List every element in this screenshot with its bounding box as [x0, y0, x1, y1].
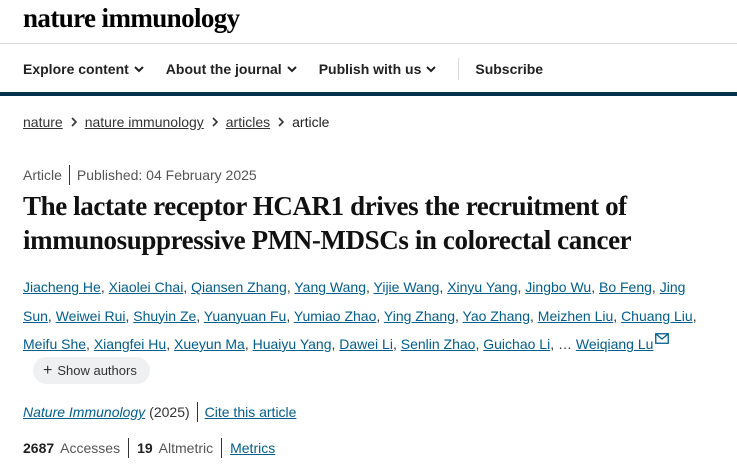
nav-publish-with-us[interactable]: Publish with us [319, 61, 437, 77]
accesses-count: 2687 [23, 440, 55, 456]
site-logo[interactable]: nature immunology [23, 0, 240, 36]
breadcrumb-nature[interactable]: nature [23, 114, 63, 130]
author-separator: , [613, 307, 622, 324]
author-separator: , [591, 279, 599, 295]
author-link[interactable]: Dawei Li [339, 336, 393, 352]
breadcrumb: nature nature immunology articles articl… [23, 114, 329, 130]
author-link[interactable]: Shuyin Ze [133, 308, 196, 324]
author-link[interactable]: Chuang Liu [621, 308, 693, 324]
citation-separator [196, 402, 198, 422]
author-separator: , [365, 279, 374, 295]
journal-link[interactable]: Nature Immunology [23, 404, 145, 420]
article-meta: Article Published: 04 February 2025 [23, 165, 257, 185]
author-separator: , [244, 336, 253, 352]
author-separator: , [166, 336, 174, 352]
author-link[interactable]: Xiangfei Hu [94, 336, 166, 352]
author-separator: , [392, 336, 401, 352]
author-separator: , [286, 307, 294, 324]
author-link[interactable]: Yao Zhang [463, 308, 530, 324]
author-link[interactable]: Guichao Li [483, 336, 550, 352]
accesses-label: Accesses [60, 440, 121, 456]
nav-label: Explore content [23, 61, 129, 77]
author-link[interactable]: Meifu She [23, 336, 86, 352]
metrics-link[interactable]: Metrics [230, 440, 275, 456]
breadcrumb-articles[interactable]: articles [226, 114, 270, 130]
author-separator: , [692, 307, 697, 324]
header-divider [0, 43, 737, 44]
metrics-separator [221, 438, 223, 458]
plus-icon: + [43, 361, 53, 379]
author-link[interactable]: Xiaolei Chai [109, 279, 184, 295]
author-separator: , [183, 279, 192, 295]
author-link[interactable]: Xinyu Yang [447, 279, 517, 295]
journal-citation: Nature Immunology (2025) Cite this artic… [23, 402, 296, 422]
article-title: The lactate receptor HCAR1 drives the re… [23, 191, 632, 255]
altmetric-count: 19 [137, 440, 153, 456]
main-nav: Explore content About the journal Publis… [23, 58, 565, 80]
author-link[interactable]: Jiacheng He [23, 279, 101, 295]
nav-label: Subscribe [475, 61, 544, 77]
chevron-right-icon [212, 117, 218, 127]
nav-subscribe[interactable]: Subscribe [475, 61, 543, 77]
nav-explore-content[interactable]: Explore content [23, 61, 144, 77]
nav-label: Publish with us [318, 61, 422, 77]
author-separator: , [550, 336, 558, 352]
metrics-separator [128, 438, 130, 458]
author-ellipsis: … [557, 336, 572, 352]
nav-separator [458, 58, 460, 80]
chevron-right-icon [71, 117, 77, 127]
corresponding-author-link[interactable]: Weiqiang Lu [576, 336, 654, 352]
author-link[interactable]: Yang Wang [294, 279, 366, 295]
show-authors-label: Show authors [57, 363, 137, 378]
author-separator: , [455, 307, 463, 324]
published-date: Published: 04 February 2025 [76, 167, 257, 183]
article-metrics: 2687 Accesses 19 Altmetric Metrics [23, 438, 275, 458]
article-type: Article [23, 167, 62, 183]
cite-this-article-link[interactable]: Cite this article [205, 404, 297, 420]
chevron-down-icon [134, 65, 144, 72]
publication-year: (2025) [149, 404, 190, 420]
nav-label: About the journal [165, 61, 282, 77]
chevron-right-icon [278, 117, 285, 127]
author-link[interactable]: Ying Zhang [384, 308, 455, 324]
author-link[interactable]: Jingbo Wu [525, 279, 591, 295]
nav-about-journal[interactable]: About the journal [166, 61, 297, 77]
author-link[interactable]: Senlin Zhao [401, 336, 476, 352]
author-separator: , [651, 279, 660, 295]
author-link[interactable]: Yuanyuan Fu [204, 308, 287, 324]
email-icon[interactable] [655, 333, 670, 344]
show-authors-button[interactable]: + Show authors [33, 357, 150, 384]
author-separator: , [100, 279, 109, 295]
author-link[interactable]: Meizhen Liu [538, 308, 614, 324]
author-link[interactable]: Qiansen Zhang [191, 279, 287, 295]
author-separator: , [86, 336, 94, 352]
author-link[interactable]: Huaiyu Yang [253, 336, 332, 352]
chevron-down-icon [286, 65, 297, 72]
author-separator: , [530, 307, 538, 324]
author-link[interactable]: Yumiao Zhao [294, 308, 377, 324]
author-link[interactable]: Xueyun Ma [174, 336, 245, 352]
author-separator: , [196, 307, 204, 324]
breadcrumb-current: article [292, 114, 330, 130]
nav-underline-bar [0, 92, 737, 96]
chevron-down-icon [426, 65, 437, 72]
breadcrumb-nature-immunology[interactable]: nature immunology [85, 114, 204, 130]
author-separator: , [47, 307, 56, 324]
author-list: Jiacheng He, Xiaolei Chai, Qiansen Zhang… [23, 273, 713, 359]
altmetric-label: Altmetric [158, 440, 214, 456]
author-link[interactable]: Bo Feng [599, 279, 652, 295]
meta-separator [68, 165, 70, 185]
author-link[interactable]: Weiwei Rui [56, 308, 126, 324]
author-separator: , [376, 307, 384, 324]
author-link[interactable]: Yijie Wang [374, 279, 440, 295]
